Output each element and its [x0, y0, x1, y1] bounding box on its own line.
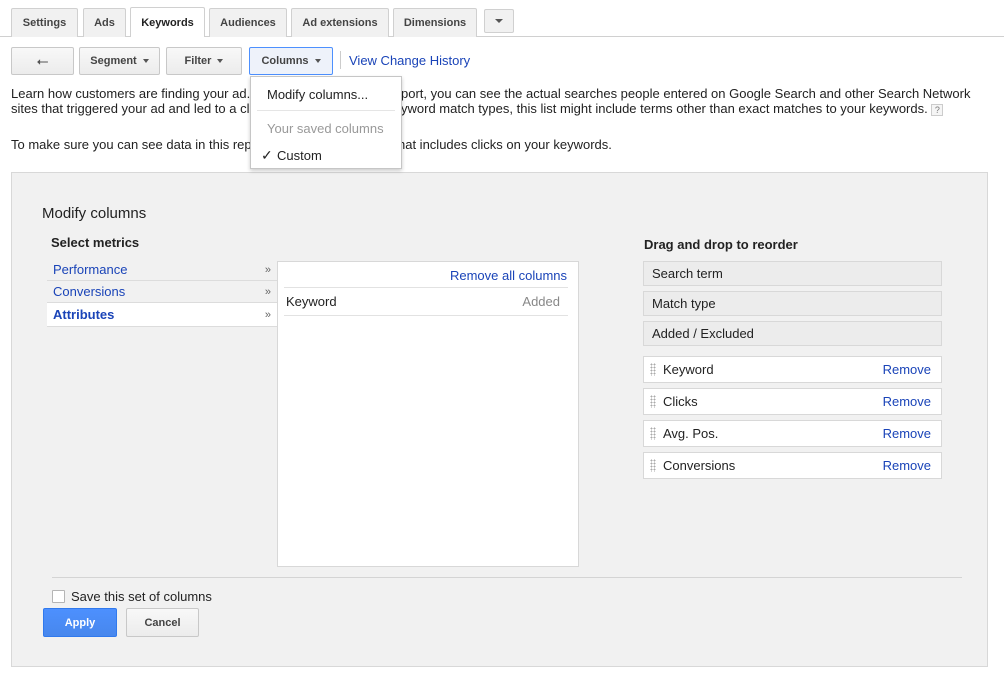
divider [284, 287, 568, 288]
checkmark-icon: ✓ [261, 146, 273, 163]
segment-label: Segment [90, 55, 137, 67]
tab-keywords[interactable]: Keywords [130, 7, 205, 37]
segment-button[interactable]: Segment [79, 47, 160, 75]
save-columns-checkbox[interactable] [52, 590, 65, 603]
apply-button[interactable]: Apply [43, 608, 117, 637]
select-metrics-heading: Select metrics [51, 235, 140, 250]
help-icon[interactable]: ? [931, 103, 944, 116]
menu-item-custom-label: Custom [277, 147, 322, 163]
columns-label: Columns [261, 55, 309, 67]
columns-button[interactable]: Columns [249, 47, 333, 75]
category-attributes[interactable]: Attributes » [47, 303, 277, 327]
remove-all-columns-link[interactable]: Remove all columns [450, 268, 567, 283]
fixed-column-match-type: Match type [643, 291, 942, 316]
tab-ads[interactable]: Ads [83, 8, 126, 37]
chevron-down-icon [314, 59, 321, 63]
divider [284, 315, 568, 316]
info-line-1-left: Learn how customers are finding your ad. [11, 86, 251, 101]
draggable-column-conversions[interactable]: Conversions Remove [643, 452, 942, 479]
back-arrow-icon: ⭠ [36, 52, 49, 70]
category-label: Attributes [53, 307, 115, 322]
column-status: Added [522, 294, 560, 309]
cancel-button[interactable]: Cancel [126, 608, 199, 637]
divider [52, 577, 962, 578]
back-button[interactable]: ⭠ [11, 47, 74, 75]
columns-dropdown-menu: Modify columns... Your saved columns ✓ C… [250, 76, 402, 169]
fixed-column-search-term: Search term [643, 261, 942, 286]
menu-divider [257, 110, 395, 111]
fixed-column-added-excluded: Added / Excluded [643, 321, 942, 346]
category-label: Conversions [53, 284, 126, 299]
save-columns-row: Save this set of columns [52, 589, 212, 604]
info-line-2-text: yword match types, this list might inclu… [401, 101, 928, 116]
view-change-history-link[interactable]: View Change History [349, 53, 470, 68]
drag-handle-icon[interactable] [649, 427, 661, 440]
remove-clicks-link[interactable]: Remove [883, 394, 931, 409]
column-name: Keyword [286, 294, 337, 309]
menu-header-saved-columns-label: Your saved columns [267, 120, 384, 136]
info-line-3-left: To make sure you can see data in this re… [11, 137, 252, 152]
panel-title: Modify columns [42, 205, 147, 222]
chevron-right-icon: » [264, 263, 271, 276]
modify-columns-panel: Modify columns Select metrics Performanc… [11, 172, 988, 667]
metric-category-list: Performance » Conversions » Attributes » [47, 259, 277, 327]
filter-button[interactable]: Filter [166, 47, 242, 75]
category-label: Performance [53, 262, 128, 277]
tab-bar: Settings Ads Keywords Audiences Ad exten… [0, 0, 1004, 37]
info-line-2-left: sites that triggered your ad and led to … [11, 101, 250, 116]
column-name: Keyword [663, 362, 714, 377]
menu-item-modify-columns[interactable]: Modify columns... [251, 82, 401, 106]
chevron-right-icon: » [264, 285, 271, 298]
drag-handle-icon[interactable] [649, 459, 661, 472]
menu-item-custom[interactable]: ✓ Custom [251, 143, 401, 167]
remove-avg-pos-link[interactable]: Remove [883, 426, 931, 441]
info-line-3-right: hat includes clicks on your keywords. [398, 137, 612, 152]
tab-dimensions[interactable]: Dimensions [393, 8, 477, 37]
save-columns-label: Save this set of columns [71, 589, 212, 604]
draggable-column-clicks[interactable]: Clicks Remove [643, 388, 942, 415]
drag-handle-icon[interactable] [649, 363, 661, 376]
info-line-2-right: yword match types, this list might inclu… [401, 101, 944, 117]
tab-ad-extensions[interactable]: Ad extensions [291, 8, 389, 37]
more-tabs-button[interactable] [484, 9, 514, 33]
tab-settings[interactable]: Settings [11, 8, 78, 37]
category-performance[interactable]: Performance » [47, 259, 277, 281]
chevron-right-icon: » [264, 308, 271, 321]
tab-audiences[interactable]: Audiences [209, 8, 287, 37]
info-line-1-right: port, you can see the actual searches pe… [401, 86, 971, 101]
column-name: Avg. Pos. [663, 426, 719, 441]
chevron-down-icon [142, 59, 149, 63]
draggable-column-avg-pos[interactable]: Avg. Pos. Remove [643, 420, 942, 447]
filter-label: Filter [184, 55, 212, 67]
category-conversions[interactable]: Conversions » [47, 281, 277, 303]
reorder-heading: Drag and drop to reorder [644, 237, 798, 252]
remove-conversions-link[interactable]: Remove [883, 458, 931, 473]
toolbar-divider [340, 51, 341, 69]
drag-handle-icon[interactable] [649, 395, 661, 408]
column-name: Conversions [663, 458, 736, 473]
draggable-column-keyword[interactable]: Keyword Remove [643, 356, 942, 383]
menu-item-modify-columns-label: Modify columns... [267, 86, 369, 102]
column-name: Clicks [663, 394, 698, 409]
chevron-down-icon [217, 59, 224, 63]
menu-header-saved-columns: Your saved columns [251, 116, 401, 140]
attribute-columns-list: Remove all columns Keyword Added [277, 261, 579, 567]
remove-keyword-link[interactable]: Remove [883, 362, 931, 377]
